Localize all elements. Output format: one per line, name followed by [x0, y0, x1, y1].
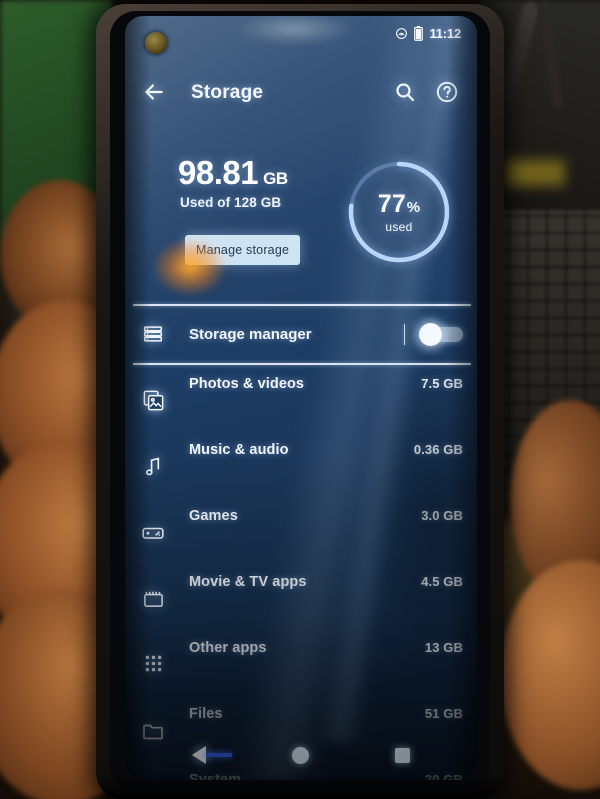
- help-icon[interactable]: [435, 80, 461, 106]
- storage-manager-row[interactable]: Storage manager: [125, 306, 477, 362]
- storage-summary: 98.81 GB Used of 128 GB Manage storage 7…: [125, 132, 477, 294]
- list-item-header: Movie & TV apps 4.5 GB: [189, 574, 463, 590]
- used-of-total: Used of 128 GB: [180, 195, 282, 210]
- list-item[interactable]: Games 3.0 GB: [125, 497, 477, 563]
- list-item-size: 3.0 GB: [421, 508, 463, 523]
- list-item[interactable]: Photos & videos 7.5 GB: [125, 365, 477, 431]
- list-item[interactable]: Other apps 13 GB: [125, 629, 477, 695]
- list-item-body: Files 51 GB: [189, 706, 463, 722]
- list-item-label: Games: [189, 508, 238, 524]
- movies-icon: [139, 587, 167, 610]
- location-icon: [395, 27, 408, 40]
- app-bar: Storage: [125, 64, 477, 122]
- used-amount: 98.81 GB: [178, 154, 288, 192]
- screen-smudge: [235, 16, 355, 46]
- games-icon: [139, 521, 167, 545]
- nav-home-circle: [292, 746, 309, 764]
- list-item-size: 0.36 GB: [413, 442, 463, 457]
- phone-bottom-bezel: [96, 773, 504, 799]
- storage-usage-donut: 77 % used: [345, 158, 453, 266]
- divider-vertical: [403, 323, 405, 345]
- list-item-header: Files 51 GB: [189, 706, 463, 722]
- list-item-body: Other apps 13 GB: [189, 640, 463, 656]
- nav-back-triangle: [192, 746, 206, 764]
- back-arrow-icon[interactable]: [141, 79, 169, 107]
- page-title: Storage: [191, 82, 264, 103]
- list-item-label: Other apps: [189, 640, 267, 656]
- donut-percent: 77 %: [378, 190, 420, 219]
- list-item[interactable]: Music & audio 0.36 GB: [125, 431, 477, 497]
- nav-back-trail: [206, 753, 232, 757]
- list-item-label: Movie & TV apps: [189, 574, 307, 590]
- battery-icon: [414, 25, 424, 41]
- used-amount-value: 98.81: [178, 154, 259, 191]
- list-item-header: Music & audio 0.36 GB: [189, 442, 463, 458]
- list-item-body: Games 3.0 GB: [189, 508, 463, 524]
- list-item-label: Music & audio: [189, 442, 289, 458]
- donut-caption: used: [385, 220, 413, 234]
- list-item-size: 4.5 GB: [421, 574, 463, 589]
- music-icon: [139, 455, 167, 478]
- storage-manager-toggle[interactable]: [419, 322, 463, 346]
- manage-storage-button[interactable]: Manage storage: [185, 235, 301, 265]
- navigation-bar: [125, 738, 477, 772]
- list-item-label: Files: [189, 706, 223, 722]
- list-item-header: Other apps 13 GB: [189, 640, 463, 656]
- background-light-spot: [505, 160, 565, 186]
- list-item-header: Photos & videos 7.5 GB: [189, 376, 463, 392]
- grid-icon: [139, 653, 167, 674]
- front-camera: [145, 32, 167, 54]
- storage-manager-label: Storage manager: [189, 325, 312, 343]
- donut-label: 77 % used: [345, 158, 453, 266]
- nav-recents-icon[interactable]: [395, 747, 410, 763]
- list-item-body: Photos & videos 7.5 GB: [189, 376, 463, 392]
- storage-category-list: Photos & videos 7.5 GB Music & audio 0.3…: [125, 365, 477, 780]
- storage-manager-controls: [403, 322, 463, 346]
- photos-icon: [139, 389, 167, 412]
- used-amount-unit: GB: [263, 169, 288, 188]
- list-item-header: Games 3.0 GB: [189, 508, 463, 524]
- list-icon: [139, 323, 167, 345]
- phone-screen: 11:12 Storage 98.81 GB Used of 128 GB Ma…: [125, 16, 477, 780]
- nav-recents-square: [395, 747, 410, 763]
- list-item-body: Music & audio 0.36 GB: [189, 442, 463, 458]
- list-item-size: 51 GB: [424, 706, 463, 721]
- list-item-body: Movie & TV apps 4.5 GB: [189, 574, 463, 590]
- donut-percent-value: 77: [377, 190, 406, 218]
- nav-back-icon[interactable]: [192, 746, 232, 764]
- toggle-knob: [419, 322, 442, 346]
- nav-home-icon[interactable]: [292, 746, 309, 764]
- list-item[interactable]: Movie & TV apps 4.5 GB: [125, 563, 477, 629]
- list-item-size: 13 GB: [424, 640, 463, 655]
- list-item-size: 7.5 GB: [421, 376, 463, 391]
- search-icon[interactable]: [393, 80, 419, 106]
- list-item-label: Photos & videos: [189, 376, 305, 392]
- percent-sign: %: [406, 199, 421, 216]
- status-bar-clock: 11:12: [429, 25, 461, 41]
